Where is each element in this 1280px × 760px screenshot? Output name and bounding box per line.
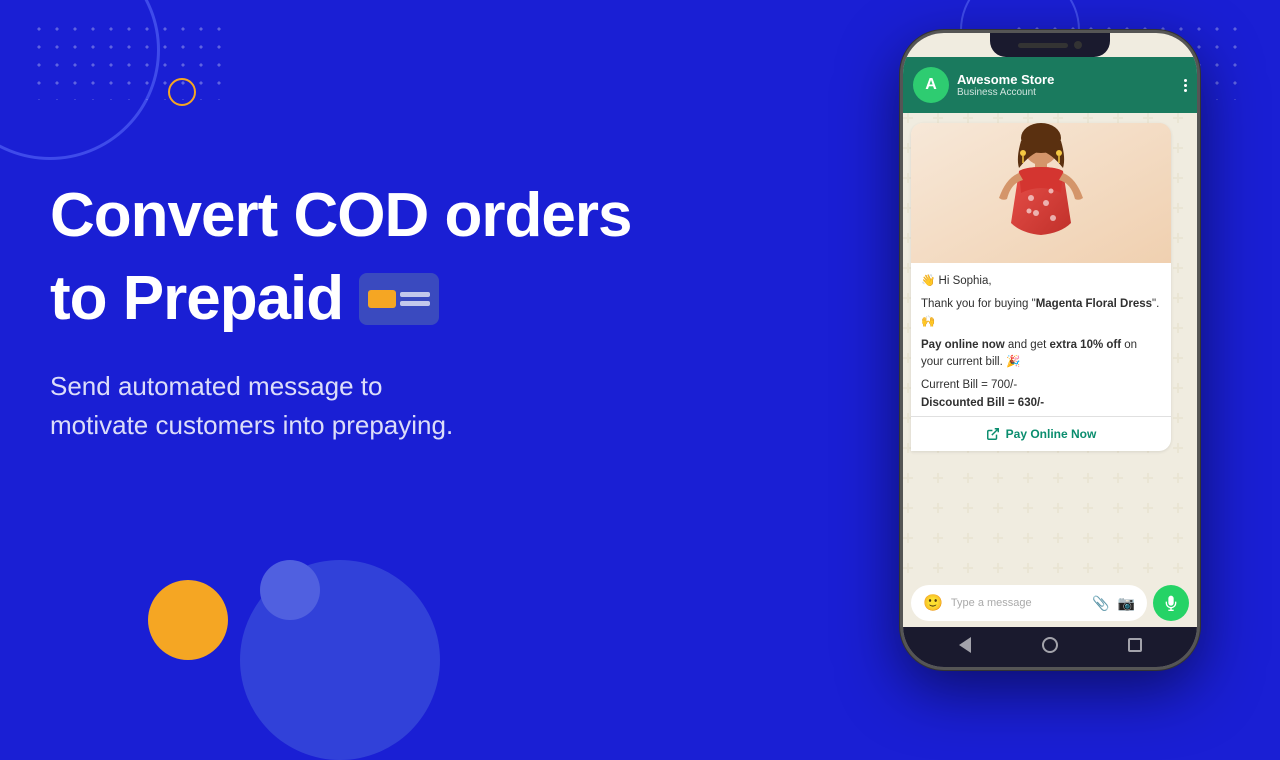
recent-square xyxy=(1128,638,1142,652)
card-lines xyxy=(400,292,430,306)
discounted-label: Discounted Bill = 630/- xyxy=(921,395,1161,412)
heading-line1: Convert COD orders xyxy=(50,180,730,251)
phone-mockup: A Awesome Store Business Account xyxy=(900,30,1200,670)
mic-button[interactable] xyxy=(1153,585,1189,621)
home-circle xyxy=(1042,637,1058,653)
nav-back-button[interactable] xyxy=(955,635,975,655)
camera-icon[interactable]: 📷 xyxy=(1118,595,1135,612)
subtitle-line2: motivate customers into prepaying. xyxy=(50,410,453,440)
bg-circle-bottom-blue xyxy=(240,560,440,760)
wa-chat-area: 👋 Hi Sophia, Thank you for buying "Magen… xyxy=(903,113,1197,579)
bg-circle-yellow xyxy=(148,580,228,660)
wa-account-type: Business Account xyxy=(957,87,1176,98)
wa-input-field[interactable]: 🙂 Type a message 📎 📷 xyxy=(911,585,1147,621)
wa-thanks-msg: Thank you for buying "Magenta Floral Dre… xyxy=(921,296,1161,331)
emoji-button[interactable]: 🙂 xyxy=(923,593,943,613)
msg2-bold: extra 10% off xyxy=(1049,339,1121,351)
phone-notch xyxy=(990,33,1110,57)
wa-message-bubble: 👋 Hi Sophia, Thank you for buying "Magen… xyxy=(911,123,1171,451)
msg1-start: Thank you for buying " xyxy=(921,298,1036,310)
phone-bottom-nav xyxy=(903,627,1197,667)
input-placeholder: Type a message xyxy=(951,597,1084,609)
wa-product-image xyxy=(911,123,1171,263)
subtitle: Send automated message to motivate custo… xyxy=(50,367,730,445)
bg-circle-left xyxy=(0,0,160,160)
wa-input-bar: 🙂 Type a message 📎 📷 xyxy=(903,579,1197,627)
pay-btn-label: Pay Online Now xyxy=(1006,427,1097,441)
wa-greeting: 👋 Hi Sophia, xyxy=(921,273,1161,290)
card-stripe xyxy=(368,290,396,308)
bill-label: Current Bill = 700/- xyxy=(921,377,1161,394)
wa-header-info: Awesome Store Business Account xyxy=(957,72,1176,98)
wa-bill-info: Current Bill = 700/- Discounted Bill = 6… xyxy=(921,377,1161,412)
menu-dot-3 xyxy=(1184,89,1187,92)
wa-avatar: A xyxy=(913,67,949,103)
nav-recent-button[interactable] xyxy=(1125,635,1145,655)
notch-camera xyxy=(1074,41,1082,49)
dress-svg xyxy=(911,123,1171,263)
external-link-icon xyxy=(986,427,1000,441)
subtitle-line1: Send automated message to xyxy=(50,371,382,401)
nav-home-button[interactable] xyxy=(1040,635,1060,655)
heading-line2: to Prepaid xyxy=(50,263,439,334)
bg-orange-ring xyxy=(168,78,196,106)
menu-dot-2 xyxy=(1184,84,1187,87)
main-heading: Convert COD orders to Prepaid xyxy=(50,180,730,335)
wa-store-name: Awesome Store xyxy=(957,72,1176,87)
wa-pay-button[interactable]: Pay Online Now xyxy=(911,416,1171,451)
msg2-mid: and get xyxy=(1005,339,1050,351)
wa-message-text: 👋 Hi Sophia, Thank you for buying "Magen… xyxy=(911,263,1171,416)
greeting-text: 👋 Hi Sophia, xyxy=(921,275,992,287)
wa-menu-icon[interactable] xyxy=(1184,79,1187,92)
wa-offer-msg: Pay online now and get extra 10% off on … xyxy=(921,337,1161,372)
mic-icon xyxy=(1163,595,1179,611)
credit-card-icon xyxy=(359,273,439,325)
notch-speaker xyxy=(1018,43,1068,48)
msg2-start: Pay online now xyxy=(921,339,1005,351)
heading-prepaid-text: to Prepaid xyxy=(50,263,343,334)
menu-dot-1 xyxy=(1184,79,1187,82)
bg-dots-left xyxy=(30,20,230,100)
product-name-text: Magenta Floral Dress xyxy=(1036,298,1152,310)
phone-frame: A Awesome Store Business Account xyxy=(900,30,1200,670)
card-line-2 xyxy=(400,301,430,306)
whatsapp-header: A Awesome Store Business Account xyxy=(903,57,1197,113)
card-line-1 xyxy=(400,292,430,297)
back-arrow xyxy=(959,637,971,653)
attach-icon[interactable]: 📎 xyxy=(1092,595,1109,612)
left-content: Convert COD orders to Prepaid Send autom… xyxy=(50,180,730,445)
whatsapp-screen: A Awesome Store Business Account xyxy=(903,33,1197,667)
bg-circle-purple xyxy=(260,560,320,620)
